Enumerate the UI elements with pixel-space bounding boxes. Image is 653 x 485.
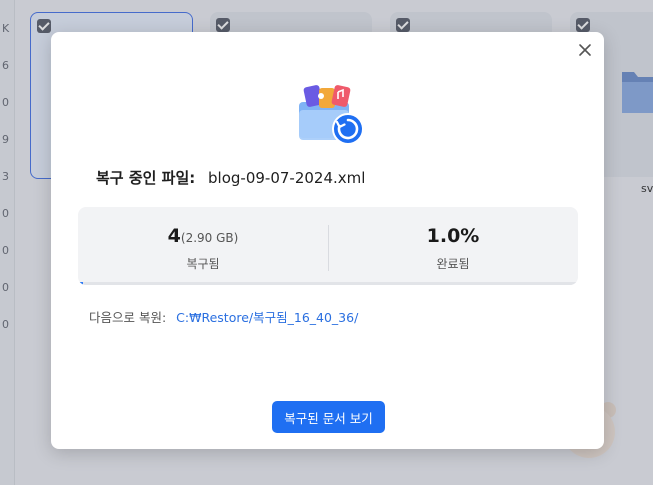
recovered-size: (2.90 GB) <box>180 231 239 245</box>
restore-path-link[interactable]: C:₩Restore/복구됨_16_40_36/ <box>176 310 358 325</box>
view-recovered-documents-button[interactable]: 복구된 문서 보기 <box>272 401 385 433</box>
recovered-stat: 4(2.90 GB) 복구됨 <box>78 225 328 272</box>
restore-destination: 다음으로 복원: C:₩Restore/복구됨_16_40_36/ <box>89 307 358 326</box>
progress-fill <box>78 282 83 285</box>
completion-percent: 1.0% <box>426 225 480 247</box>
progress-bar <box>78 282 578 285</box>
restore-label: 다음으로 복원: <box>89 310 167 325</box>
recovered-count: 4 <box>167 225 181 247</box>
completion-stat: 1.0% 완료됨 <box>328 225 578 272</box>
recovered-caption: 복구됨 <box>186 257 220 271</box>
recovering-file-line: 복구 중인 파일: blog-09-07-2024.xml <box>96 167 365 188</box>
recovering-file-name: blog-09-07-2024.xml <box>208 169 366 187</box>
recovery-stats-panel: 4(2.90 GB) 복구됨 1.0% 완료됨 <box>78 207 578 285</box>
recovery-folder-icon <box>299 85 364 145</box>
completion-caption: 완료됨 <box>436 257 470 271</box>
close-icon[interactable] <box>576 41 594 59</box>
recovering-file-label: 복구 중인 파일: <box>96 169 196 187</box>
recovery-progress-dialog: 복구 중인 파일: blog-09-07-2024.xml 4(2.90 GB)… <box>51 32 604 449</box>
